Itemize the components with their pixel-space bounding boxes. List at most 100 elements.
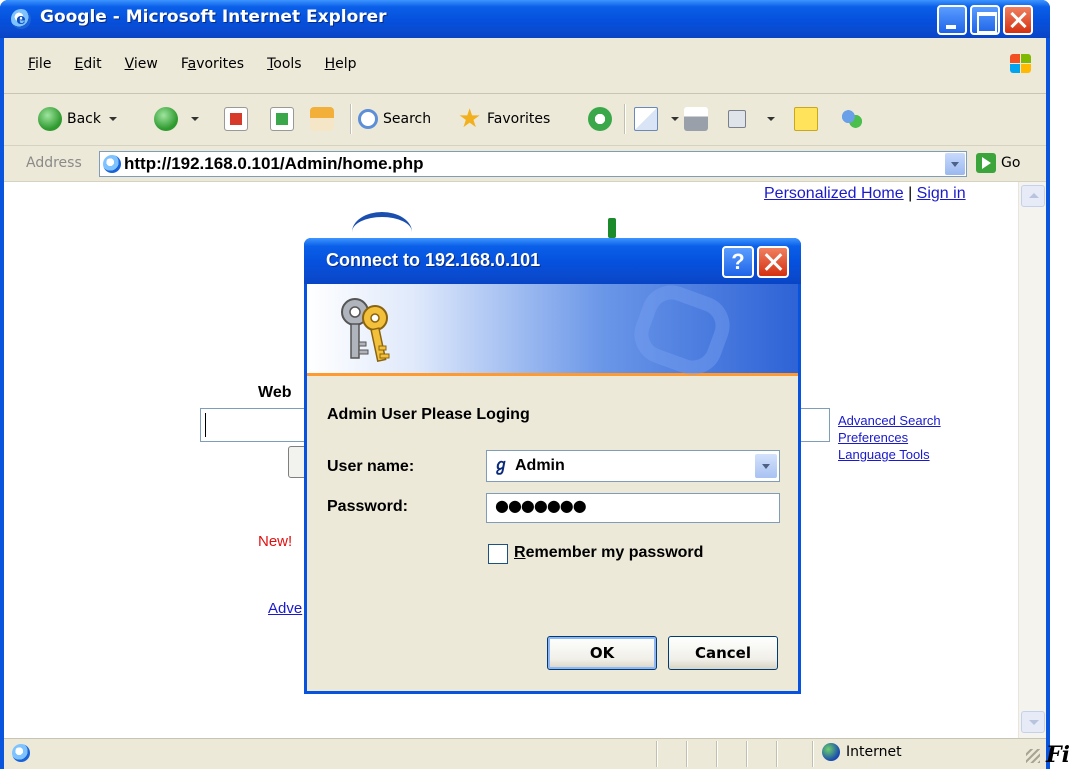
favorites-button[interactable]: ★ Favorites (458, 101, 550, 137)
forward-arrow-icon (154, 107, 178, 131)
text-caret (205, 413, 206, 437)
dialog-titlebar[interactable]: Connect to 192.168.0.101 ? (304, 238, 801, 284)
username-dropdown-icon[interactable] (755, 454, 777, 478)
edit-dropdown-icon[interactable] (767, 117, 775, 121)
edit-page-icon (728, 110, 746, 128)
resize-grip[interactable] (1026, 749, 1040, 763)
maximize-button[interactable] (970, 5, 1000, 35)
sign-in-link[interactable]: Sign in (917, 185, 966, 202)
remember-password-checkbox[interactable] (488, 544, 508, 564)
mail-icon (634, 107, 658, 131)
forward-dropdown-icon[interactable] (191, 117, 199, 121)
personalized-home-link[interactable]: Personalized Home (764, 185, 904, 202)
status-divider (656, 741, 657, 767)
language-tools-link[interactable]: Language Tools (838, 446, 941, 463)
keys-icon (341, 298, 390, 363)
google-logo-fragment (608, 218, 616, 238)
username-combobox[interactable]: ℊ Admin (486, 450, 780, 482)
address-dropdown-icon[interactable] (945, 153, 965, 175)
menu-edit[interactable]: Edit (66, 56, 109, 72)
go-button[interactable]: Go (976, 153, 1020, 173)
banner-watermark-icon (626, 277, 738, 383)
web-tab-label[interactable]: Web (258, 384, 291, 402)
menu-favorites[interactable]: Favorites (173, 56, 252, 72)
top-links: Personalized Home | Sign in (764, 185, 966, 203)
menu-file[interactable]: File (20, 56, 59, 72)
toolbar-separator (350, 104, 351, 134)
page-ie-icon (103, 155, 121, 173)
back-dropdown-icon[interactable] (109, 117, 117, 121)
username-label: User name: (327, 458, 415, 475)
help-button[interactable]: ? (722, 246, 754, 278)
search-button[interactable]: Search (358, 101, 431, 137)
advanced-search-link[interactable]: Advanced Search (838, 412, 941, 429)
zone-label: Internet (846, 744, 902, 760)
menu-help[interactable]: Help (317, 56, 365, 72)
window-title: Google - Microsoft Internet Explorer (40, 7, 387, 27)
stop-button[interactable] (224, 101, 253, 137)
refresh-button[interactable] (270, 101, 299, 137)
search-label: Search (383, 111, 432, 127)
minimize-button[interactable] (937, 5, 967, 35)
star-icon: ★ (458, 104, 482, 134)
history-button[interactable] (588, 101, 617, 137)
history-icon (588, 107, 612, 131)
magnifier-icon (358, 109, 378, 129)
printer-icon (684, 107, 708, 131)
preferences-link[interactable]: Preferences (838, 429, 941, 446)
ok-button[interactable]: OK (547, 636, 657, 670)
password-label: Password: (327, 498, 408, 515)
address-bar: Address http://192.168.0.101/Admin/home.… (4, 146, 1046, 182)
status-divider (686, 741, 687, 767)
user-account-icon: ℊ (493, 457, 510, 474)
go-arrow-icon (976, 153, 996, 173)
status-divider (746, 741, 747, 767)
search-options-links: Advanced Search Preferences Language Too… (838, 412, 941, 463)
back-label: Back (67, 111, 101, 127)
status-divider (812, 741, 813, 767)
menu-tools[interactable]: Tools (259, 56, 310, 72)
mail-button[interactable] (634, 101, 679, 137)
scroll-down-button[interactable] (1021, 711, 1045, 733)
login-prompt: Admin User Please Loging (327, 406, 530, 423)
status-bar: Internet (4, 738, 1046, 769)
close-button[interactable] (1003, 5, 1033, 35)
window-titlebar[interactable]: e Google - Microsoft Internet Explorer (0, 0, 1050, 38)
print-button[interactable] (684, 101, 713, 137)
address-label: Address (26, 155, 82, 171)
mail-dropdown-icon[interactable] (671, 117, 679, 121)
remember-password-label[interactable]: Remember my password (514, 544, 703, 562)
address-input[interactable]: http://192.168.0.101/Admin/home.php (99, 151, 967, 177)
windows-flag-icon (1010, 54, 1032, 74)
back-arrow-icon (38, 107, 62, 131)
stop-icon (224, 107, 248, 131)
home-icon (310, 107, 334, 131)
favorites-label: Favorites (487, 111, 551, 127)
password-field[interactable]: ●●●●●●● (486, 493, 780, 523)
menu-view[interactable]: View (117, 56, 166, 72)
messenger-people-icon (840, 107, 864, 131)
edit-button[interactable] (728, 101, 775, 137)
cancel-button[interactable]: Cancel (668, 636, 778, 670)
vertical-scrollbar[interactable] (1018, 182, 1046, 738)
discuss-button[interactable] (794, 101, 823, 137)
dialog-banner (307, 277, 798, 383)
go-label: Go (1001, 155, 1021, 171)
dialog-close-button[interactable] (757, 246, 789, 278)
scroll-up-button[interactable] (1021, 185, 1045, 207)
address-url[interactable]: http://192.168.0.101/Admin/home.php (124, 154, 423, 174)
advertising-link-fragment[interactable]: Adve (268, 600, 302, 617)
menu-bar: File Edit View Favorites Tools Help (4, 38, 1046, 94)
messenger-button[interactable] (840, 101, 869, 137)
username-value[interactable]: Admin (515, 457, 565, 475)
dialog-title: Connect to 192.168.0.101 (326, 250, 541, 270)
refresh-icon (270, 107, 294, 131)
forward-button[interactable] (154, 101, 199, 137)
figure-caption-fragment: Fi (1046, 742, 1070, 768)
dialog-body: Admin User Please Loging User name: ℊ Ad… (307, 277, 798, 691)
back-button[interactable]: Back (38, 101, 117, 137)
home-button[interactable] (310, 101, 339, 137)
login-dialog: Connect to 192.168.0.101 ? Admin User Pl… (304, 238, 801, 694)
security-zone: Internet (822, 743, 902, 761)
note-icon (794, 107, 818, 131)
